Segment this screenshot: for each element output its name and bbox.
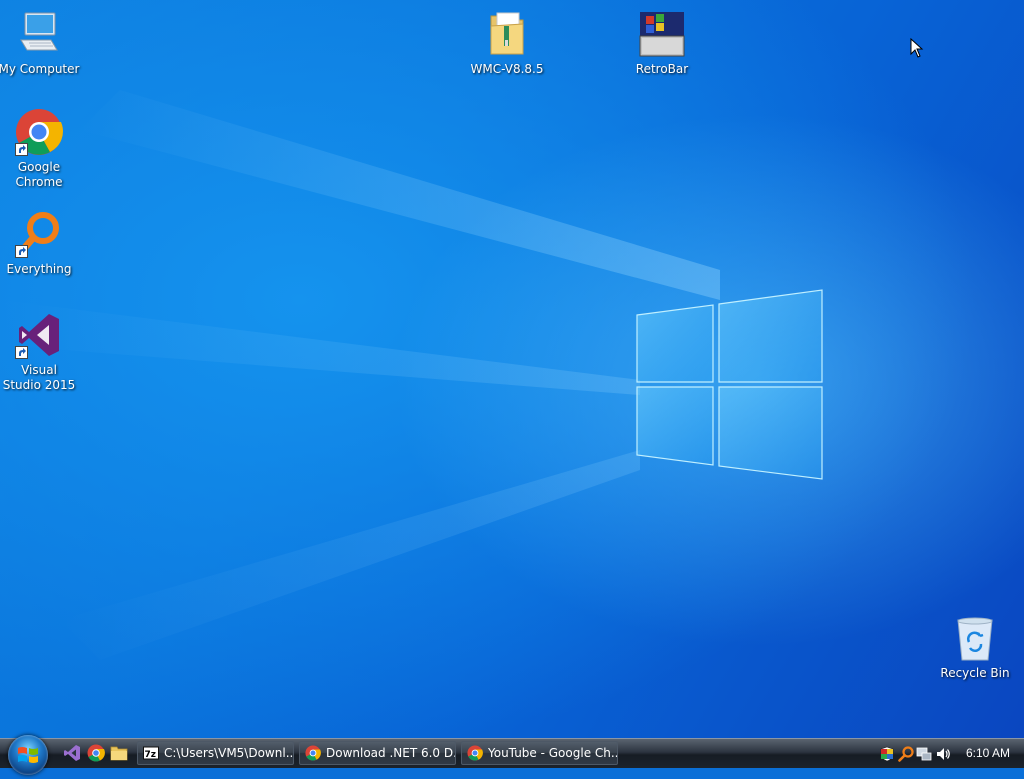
- desktop-icon-google-chrome[interactable]: Google Chrome: [0, 108, 81, 190]
- windows-logo-wallpaper: [636, 289, 823, 480]
- everything-search-icon[interactable]: [898, 746, 914, 762]
- desktop-icon-label: Google Chrome: [15, 160, 63, 189]
- system-tray: 6:10 AM: [874, 739, 1024, 769]
- wallpaper-light-beams: [0, 90, 720, 660]
- desktop[interactable]: My Computer Google Chrome Everything Vis…: [0, 0, 1024, 738]
- desktop-icon-label: RetroBar: [635, 62, 689, 76]
- file-explorer-icon[interactable]: [110, 744, 128, 762]
- taskbar-button-7zip[interactable]: 7z C:\Users\VM5\Downl...: [137, 741, 294, 765]
- desktop-icon-label: Visual Studio 2015: [2, 363, 76, 392]
- desktop-icon-everything[interactable]: Everything: [0, 210, 81, 277]
- windows-orb-icon: [18, 747, 38, 763]
- taskbar-button-chrome-dotnet[interactable]: Download .NET 6.0 D...: [299, 741, 456, 765]
- desktop-icon-label: WMC-V8.8.5: [470, 62, 544, 76]
- visual-studio-icon: [15, 311, 63, 359]
- desktop-icon-visual-studio-2015[interactable]: Visual Studio 2015: [0, 311, 81, 393]
- recycle-bin-icon: [951, 614, 999, 662]
- chrome-icon[interactable]: [87, 744, 105, 762]
- shortcut-arrow-icon: [15, 143, 28, 156]
- desktop-icon-label: Recycle Bin: [940, 666, 1010, 680]
- my-computer-icon: [15, 10, 63, 58]
- retrobar-icon: [638, 10, 686, 58]
- visual-studio-icon[interactable]: [63, 744, 81, 762]
- clock[interactable]: 6:10 AM: [966, 746, 1010, 760]
- desktop-icon-retrobar[interactable]: RetroBar: [620, 10, 704, 77]
- chrome-icon: [15, 108, 63, 156]
- desktop-icon-wmc-folder[interactable]: WMC-V8.8.5: [465, 10, 549, 77]
- zipped-folder-icon: [483, 10, 531, 58]
- desktop-icon-label: Everything: [6, 262, 72, 276]
- shortcut-arrow-icon: [15, 245, 28, 258]
- desktop-icon-label: My Computer: [0, 62, 80, 76]
- svg-text:7z: 7z: [145, 750, 157, 760]
- everything-search-icon: [15, 210, 63, 258]
- volume-icon[interactable]: [935, 746, 951, 762]
- taskbar-button-label: Download .NET 6.0 D...: [326, 746, 456, 760]
- desktop-icon-recycle-bin[interactable]: Recycle Bin: [933, 614, 1017, 681]
- chrome-icon: [467, 745, 483, 761]
- shortcut-arrow-icon: [15, 346, 28, 359]
- security-shield-icon[interactable]: [879, 746, 895, 762]
- chrome-icon: [305, 745, 321, 761]
- taskbar: 7z C:\Users\VM5\Downl... Download .NET 6…: [0, 735, 1024, 775]
- desktop-icon-my-computer[interactable]: My Computer: [0, 10, 81, 77]
- mouse-cursor-icon: [910, 38, 924, 58]
- taskbar-button-chrome-youtube[interactable]: YouTube - Google Ch...: [461, 741, 618, 765]
- start-button[interactable]: [8, 735, 48, 775]
- 7zip-icon: 7z: [143, 746, 159, 760]
- network-icon[interactable]: [916, 746, 932, 762]
- taskbar-button-label: C:\Users\VM5\Downl...: [164, 746, 294, 760]
- taskbar-button-label: YouTube - Google Ch...: [488, 746, 618, 760]
